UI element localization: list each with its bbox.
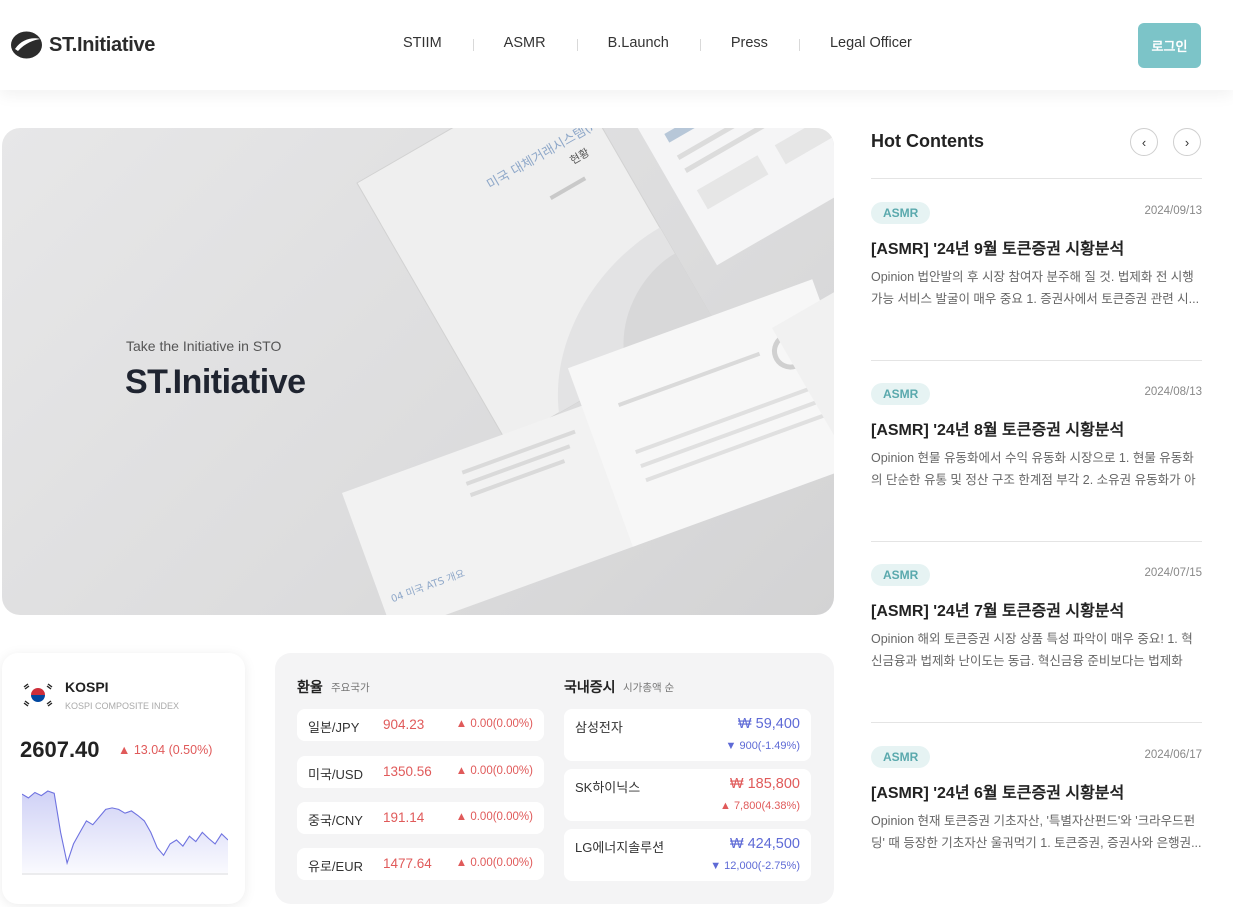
hero-subtitle: Take the Initiative in STO — [126, 338, 282, 354]
markets-panel: 환율 주요국가 일본/JPY 904.23 ▲ 0.00(0.00%) 미국/U… — [275, 653, 834, 904]
stock-price: ₩ 185,800 — [729, 776, 800, 792]
login-button[interactable]: 로그인 — [1138, 23, 1201, 68]
stock-change: ▼ 12,000(-2.75%) — [710, 860, 800, 872]
stock-change: ▼ 900(-1.49%) — [725, 740, 800, 752]
stock-row[interactable]: 삼성전자 ₩ 59,400 ▼ 900(-1.49%) — [564, 709, 811, 761]
index-fullname: KOSPI COMPOSITE INDEX — [65, 701, 180, 711]
logo-mark-icon — [11, 31, 42, 59]
currency-name: 미국/USD — [308, 767, 363, 782]
currency-change: ▲ 0.00(0.00%) — [455, 811, 533, 823]
category-tag: ASMR — [871, 383, 931, 405]
nav-item-stiim[interactable]: STIIM — [372, 35, 473, 51]
hot-content-item[interactable]: ASMR 2024/08/13 [ASMR] '24년 8월 토큰증권 시황분석… — [871, 383, 1202, 533]
currency-rate: 1477.64 — [383, 856, 432, 871]
stock-price: ₩ 424,500 — [729, 836, 800, 852]
post-title: [ASMR] '24년 9월 토큰증권 시황분석 — [871, 241, 1125, 258]
nav-item-legal-officer[interactable]: Legal Officer — [798, 35, 943, 51]
stock-name: LG에너지솔루션 — [575, 840, 665, 855]
hot-content-item[interactable]: ASMR 2024/06/17 [ASMR] '24년 6월 토큰증권 시황분석… — [871, 746, 1202, 896]
post-date: 2024/06/17 — [1144, 749, 1202, 761]
stock-name: SK하이닉스 — [575, 780, 641, 795]
currency-change: ▲ 0.00(0.00%) — [455, 718, 533, 730]
next-arrow-button[interactable]: › — [1173, 128, 1201, 156]
chevron-right-icon: › — [1184, 134, 1190, 150]
currency-name: 유로/EUR — [308, 859, 363, 874]
hot-contents-title: Hot Contents — [871, 131, 984, 151]
hero-title: ST.Initiative — [125, 363, 306, 401]
currency-rate: 191.14 — [383, 810, 425, 825]
post-date: 2024/08/13 — [1144, 386, 1202, 398]
post-excerpt: Opinion 해외 토큰증권 시장 상품 특성 파악이 매우 중요! 1. 혁… — [871, 632, 1193, 668]
index-name: KOSPI — [65, 679, 109, 695]
divider — [871, 178, 1202, 179]
currency-rate: 1350.56 — [383, 764, 432, 779]
fx-row[interactable]: 미국/USD 1350.56 ▲ 0.00(0.00%) — [297, 756, 544, 788]
post-date: 2024/09/13 — [1144, 205, 1202, 217]
stock-price: ₩ 59,400 — [737, 716, 800, 732]
divider — [871, 360, 1202, 361]
divider — [871, 722, 1202, 723]
stock-name: 삼성전자 — [575, 720, 623, 735]
hot-content-item[interactable]: ASMR 2024/07/15 [ASMR] '24년 7월 토큰증권 시황분석… — [871, 564, 1202, 714]
post-title: [ASMR] '24년 8월 토큰증권 시황분석 — [871, 422, 1125, 439]
main-nav: STIIM ASMR B.Launch Press Legal Officer — [372, 35, 943, 51]
hero-banner[interactable]: 미국 대체거래시스템(ATS) 현황 04 미국 ATS 개요 Take the… — [2, 128, 834, 615]
site-logo[interactable]: ST.Initiative — [10, 29, 155, 61]
fx-subtitle: 주요국가 — [331, 682, 370, 694]
site-header: ST.Initiative STIIM ASMR B.Launch Press … — [0, 0, 1233, 90]
hero-report-illustration: 미국 대체거래시스템(ATS) 현황 04 미국 ATS 개요 — [342, 128, 834, 615]
currency-change: ▲ 0.00(0.00%) — [455, 765, 533, 777]
korea-flag-icon — [22, 681, 54, 709]
fx-row[interactable]: 중국/CNY 191.14 ▲ 0.00(0.00%) — [297, 802, 544, 834]
currency-name: 중국/CNY — [308, 813, 363, 828]
post-date: 2024/07/15 — [1144, 567, 1202, 579]
stocks-subtitle: 시가총액 순 — [623, 682, 675, 694]
stocks-title: 국내증시 — [564, 679, 616, 695]
stock-change: ▲ 7,800(4.38%) — [720, 800, 800, 812]
index-change: ▲ 13.04 (0.50%) — [118, 743, 213, 757]
nav-item-asmr[interactable]: ASMR — [472, 35, 577, 51]
post-title: [ASMR] '24년 7월 토큰증권 시황분석 — [871, 603, 1125, 620]
fx-title: 환율 — [297, 679, 323, 695]
post-excerpt: Opinion 법안발의 후 시장 참여자 분주해 질 것. 법제화 전 시행 … — [871, 270, 1200, 306]
currency-name: 일본/JPY — [308, 720, 360, 735]
chevron-left-icon: ‹ — [1141, 134, 1147, 150]
category-tag: ASMR — [871, 564, 931, 586]
currency-rate: 904.23 — [383, 717, 425, 732]
index-value: 2607.40 — [20, 737, 100, 762]
nav-item-press[interactable]: Press — [699, 35, 799, 51]
category-tag: ASMR — [871, 202, 931, 224]
prev-arrow-button[interactable]: ‹ — [1130, 128, 1158, 156]
stock-row[interactable]: SK하이닉스 ₩ 185,800 ▲ 7,800(4.38%) — [564, 769, 811, 821]
nav-item-blaunch[interactable]: B.Launch — [576, 35, 700, 51]
stock-row[interactable]: LG에너지솔루션 ₩ 424,500 ▼ 12,000(-2.75%) — [564, 829, 811, 881]
post-title: [ASMR] '24년 6월 토큰증권 시황분석 — [871, 785, 1125, 802]
post-excerpt: Opinion 현물 유동화에서 수익 유동화 시장으로 1. 현물 유동화의 … — [871, 451, 1196, 487]
divider — [871, 541, 1202, 542]
sparkline-area — [22, 791, 228, 875]
kospi-card[interactable]: KOSPI KOSPI COMPOSITE INDEX 2607.40 ▲ 13… — [2, 653, 245, 904]
fx-row[interactable]: 유로/EUR 1477.64 ▲ 0.00(0.00%) — [297, 848, 544, 880]
logo-text: ST.Initiative — [49, 33, 156, 56]
fx-row[interactable]: 일본/JPY 904.23 ▲ 0.00(0.00%) — [297, 709, 544, 741]
kospi-sparkline — [22, 790, 228, 875]
hot-content-item[interactable]: ASMR 2024/09/13 [ASMR] '24년 9월 토큰증권 시황분석… — [871, 202, 1202, 352]
category-tag: ASMR — [871, 746, 931, 768]
currency-change: ▲ 0.00(0.00%) — [455, 857, 533, 869]
post-excerpt: Opinion 현재 토큰증권 기초자산, '특별자산펀드'와 '크라우드펀딩'… — [871, 814, 1202, 850]
